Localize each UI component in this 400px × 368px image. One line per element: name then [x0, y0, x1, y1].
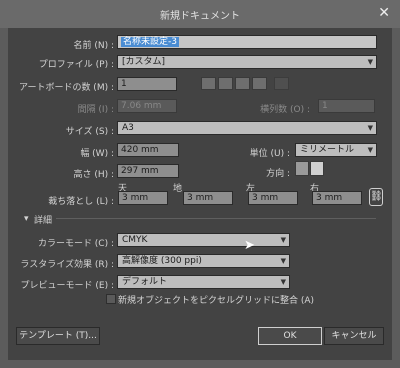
- raster-label: ラスタライズ効果 (R) :: [20, 260, 114, 270]
- close-icon[interactable]: ✕: [378, 5, 390, 21]
- size-select[interactable]: A3 ▼: [117, 121, 377, 135]
- artboards-input[interactable]: 1: [117, 77, 177, 91]
- columns-value: 1: [322, 101, 328, 111]
- size-value: A3: [122, 123, 134, 133]
- height-value: 297 mm: [121, 166, 159, 176]
- collapse-icon[interactable]: ▾: [24, 214, 29, 224]
- spacing-input[interactable]: 7.06 mm: [117, 99, 177, 113]
- name-value: 名称未設定-3: [121, 37, 179, 47]
- width-label: 幅 (W) :: [80, 149, 114, 159]
- arrange-by-row-icon[interactable]: [235, 77, 250, 90]
- portrait-icon[interactable]: [295, 161, 309, 176]
- raster-value: 高解像度 (300 ppi): [122, 256, 202, 266]
- columns-input[interactable]: 1: [318, 99, 375, 113]
- artboards-label: アートボードの数 (M) :: [18, 83, 114, 93]
- templates-button[interactable]: テンプレート (T)...: [16, 327, 100, 345]
- width-value: 420 mm: [121, 145, 159, 155]
- width-input[interactable]: 420 mm: [117, 143, 179, 157]
- section-divider: [56, 218, 376, 219]
- bleed-label: 裁ち落とし (L) :: [48, 197, 114, 207]
- units-select[interactable]: ミリメートル ▼: [295, 143, 377, 157]
- profile-select[interactable]: [カスタム] ▼: [117, 55, 377, 69]
- color-mode-label: カラーモード (C) :: [37, 239, 114, 249]
- units-value: ミリメートル: [300, 145, 355, 155]
- name-label: 名前 (N) :: [73, 41, 114, 51]
- bleed-bottom-label: 地: [173, 184, 183, 194]
- bleed-left-value: 3 mm: [252, 193, 279, 203]
- align-pixel-checkbox[interactable]: [106, 294, 116, 304]
- units-label: 単位 (U) :: [249, 149, 290, 159]
- landscape-icon[interactable]: [310, 161, 324, 176]
- chevron-down-icon: ▼: [280, 236, 286, 244]
- right-to-left-icon[interactable]: [274, 77, 289, 90]
- bleed-left-input[interactable]: 3 mm: [248, 191, 298, 205]
- bleed-right-value: 3 mm: [316, 193, 343, 203]
- height-label: 高さ (H) :: [73, 170, 114, 180]
- preview-value: デフォルト: [122, 277, 168, 287]
- link-icon[interactable]: ⛓: [369, 188, 383, 206]
- profile-label: プロファイル (P) :: [38, 60, 114, 70]
- spacing-value: 7.06 mm: [121, 101, 162, 111]
- chevron-down-icon: ▼: [367, 58, 373, 66]
- profile-value: [カスタム]: [122, 57, 166, 67]
- preview-select[interactable]: デフォルト ▼: [117, 275, 290, 289]
- advanced-label: 詳細: [34, 216, 53, 226]
- raster-select[interactable]: 高解像度 (300 ppi) ▼: [117, 254, 290, 268]
- bleed-top-value: 3 mm: [122, 193, 149, 203]
- grid-by-row-icon[interactable]: [201, 77, 216, 90]
- arrange-by-column-icon[interactable]: [252, 77, 267, 90]
- spacing-label: 間隔 (I) :: [77, 105, 114, 115]
- height-input[interactable]: 297 mm: [117, 164, 179, 178]
- title-bar: 新規ドキュメント ✕: [0, 0, 400, 28]
- color-mode-value: CMYK: [122, 235, 148, 245]
- chevron-down-icon: ▼: [280, 257, 286, 265]
- chevron-down-icon: ▼: [367, 124, 373, 132]
- size-label: サイズ (S) :: [65, 127, 114, 137]
- dialog-window: 新規ドキュメント ✕ 名前 (N) : 名称未設定-3 プロファイル (P) :…: [0, 0, 400, 368]
- artboards-value: 1: [121, 79, 127, 89]
- ok-button[interactable]: OK: [258, 327, 322, 345]
- bleed-bottom-input[interactable]: 3 mm: [183, 191, 233, 205]
- bleed-right-input[interactable]: 3 mm: [312, 191, 362, 205]
- chevron-down-icon: ▼: [367, 146, 373, 154]
- preview-label: プレビューモード (E) :: [20, 281, 114, 291]
- cancel-button[interactable]: キャンセル: [324, 327, 384, 345]
- orientation-label: 方向 :: [266, 169, 290, 179]
- mouse-cursor-icon: ➤: [244, 238, 255, 253]
- grid-by-column-icon[interactable]: [218, 77, 233, 90]
- bleed-top-input[interactable]: 3 mm: [118, 191, 168, 205]
- align-pixel-label: 新規オブジェクトをピクセルグリッドに整合 (A): [118, 296, 315, 306]
- chevron-down-icon: ▼: [280, 278, 286, 286]
- color-mode-select[interactable]: CMYK ▼: [117, 233, 290, 247]
- name-input[interactable]: 名称未設定-3: [117, 35, 377, 49]
- columns-label: 横列数 (O) :: [260, 105, 310, 115]
- window-title: 新規ドキュメント: [160, 11, 240, 22]
- bleed-bottom-value: 3 mm: [187, 193, 214, 203]
